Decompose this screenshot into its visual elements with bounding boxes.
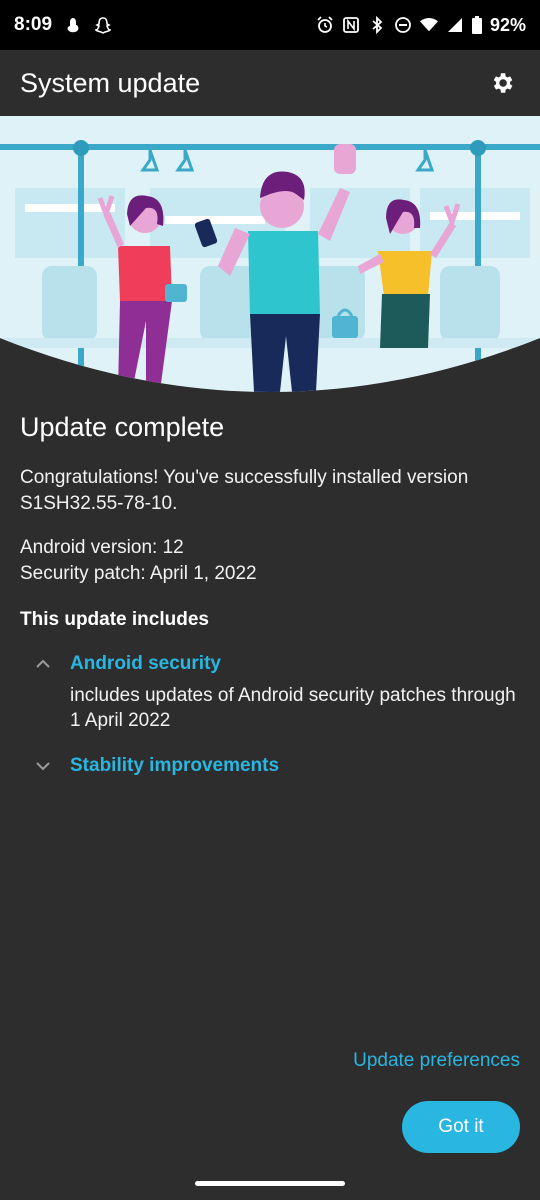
item-description: includes updates of Android security pat…	[70, 685, 516, 732]
includes-heading: This update includes	[20, 609, 209, 631]
bluetooth-icon	[368, 16, 386, 34]
update-details: Update complete Congratulations! You've …	[20, 410, 520, 777]
status-bar: 8:09 92%	[0, 0, 540, 50]
signal-icon	[446, 16, 464, 34]
version-info: Android version: 12 Security patch: Apri…	[20, 535, 520, 587]
item-title[interactable]: Stability improvements	[70, 755, 520, 777]
page-title: System update	[20, 67, 201, 98]
dnd-icon	[394, 16, 412, 34]
android-version: Android version: 12	[20, 537, 184, 559]
snapchat-icon	[94, 16, 112, 34]
update-preferences-link[interactable]: Update preferences	[353, 1050, 520, 1072]
alarm-icon	[316, 16, 334, 34]
headline: Update complete	[20, 412, 225, 442]
battery-icon	[471, 16, 482, 34]
battery-percent: 92%	[489, 14, 526, 35]
chevron-up-icon[interactable]	[34, 655, 54, 675]
security-patch: Security patch: April 1, 2022	[20, 563, 257, 585]
gesture-nav-handle[interactable]	[195, 1181, 345, 1186]
item-title[interactable]: Android security	[70, 653, 520, 675]
gear-icon[interactable]	[484, 65, 520, 101]
got-it-button[interactable]: Got it	[402, 1101, 520, 1153]
hero-illustration	[0, 116, 540, 392]
people-on-train-illustration	[0, 116, 540, 392]
chevron-down-icon[interactable]	[34, 757, 54, 777]
hand-icon	[64, 16, 82, 34]
list-item-stability[interactable]: Stability improvements	[20, 755, 520, 777]
list-item-android-security[interactable]: Android security includes updates of And…	[20, 653, 520, 733]
wifi-icon	[419, 16, 438, 34]
congrats-text: Congratulations! You've successfully ins…	[20, 467, 469, 515]
app-bar: System update	[0, 50, 540, 116]
nfc-icon	[342, 16, 360, 34]
status-time: 8:09	[14, 14, 53, 35]
